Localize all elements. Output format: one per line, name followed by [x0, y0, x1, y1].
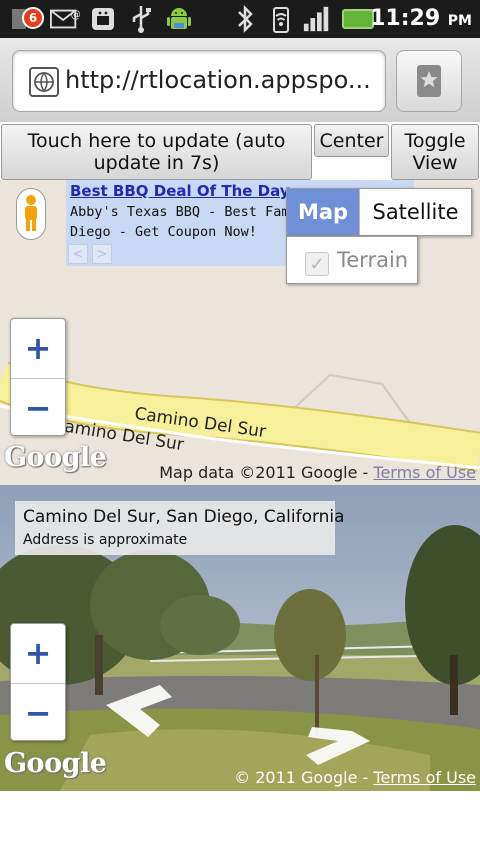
google-logo: Google	[4, 748, 107, 779]
terrain-label: Terrain	[337, 248, 409, 272]
map-type-map-button[interactable]: Map	[287, 189, 359, 235]
terrain-option[interactable]: ✓ Terrain	[286, 236, 418, 284]
map-copyright: Map data ©2011 Google - Terms of Use	[159, 463, 476, 482]
map-zoom-in-button[interactable]: +	[11, 319, 65, 377]
pegman-icon[interactable]	[16, 188, 46, 240]
ad-navigation: < >	[68, 244, 112, 264]
toggle-view-button[interactable]: Toggle View	[391, 124, 479, 180]
map-type-control: Map Satellite	[286, 188, 472, 236]
bluetooth-icon	[230, 4, 260, 34]
ad-title-link[interactable]: Best BBQ Deal Of The Day	[70, 182, 290, 200]
street-view-panorama[interactable]: Camino Del Sur, San Diego, California Ad…	[0, 485, 480, 791]
status-bar: 6 @ 11:29 PM	[0, 0, 480, 38]
android-debug-icon	[88, 4, 118, 34]
google-logo: Google	[4, 442, 107, 473]
center-button[interactable]: Center	[314, 124, 389, 157]
street-view-address: Camino Del Sur, San Diego, California	[23, 507, 345, 527]
map-zoom-control: + −	[10, 318, 66, 436]
url-text: http://rtlocation.appspo...	[65, 66, 371, 94]
url-field[interactable]: http://rtlocation.appspo...	[12, 50, 386, 112]
signal-icon	[302, 4, 332, 34]
street-view-address-box: Camino Del Sur, San Diego, California Ad…	[15, 501, 345, 555]
street-view-address-note: Address is approximate	[23, 532, 188, 548]
street-view-zoom-out-button[interactable]: −	[11, 683, 65, 741]
street-view-zoom-in-button[interactable]: +	[11, 624, 65, 682]
map-zoom-out-button[interactable]: −	[11, 378, 65, 436]
ad-next-button[interactable]: >	[92, 244, 112, 264]
wifi-icon	[266, 4, 296, 34]
page-button-row: Touch here to update (auto update in 7s)…	[0, 122, 480, 180]
browser-toolbar: http://rtlocation.appspo...	[0, 38, 480, 122]
street-view-zoom-control: + −	[10, 623, 66, 741]
star-icon	[417, 65, 441, 97]
globe-icon	[29, 67, 59, 97]
update-button[interactable]: Touch here to update (auto update in 7s)	[1, 124, 312, 180]
map-terms-link[interactable]: Terms of Use	[373, 463, 476, 482]
map-type-satellite-button[interactable]: Satellite	[359, 189, 471, 235]
page-blank-area	[0, 791, 480, 854]
usb-icon	[126, 4, 156, 34]
street-view-copyright: © 2011 Google - Terms of Use	[234, 768, 476, 787]
terrain-checkbox[interactable]: ✓	[305, 252, 329, 276]
ad-prev-button[interactable]: <	[68, 244, 88, 264]
street-view-terms-link[interactable]: Terms of Use	[373, 768, 476, 787]
android-icon	[162, 4, 196, 34]
bookmark-button[interactable]	[396, 50, 462, 112]
email-icon: @	[50, 4, 80, 34]
map-view[interactable]: Camino Del Sur Camino Del Sur Best BBQ D…	[0, 180, 480, 485]
clock: 11:29 PM	[370, 6, 472, 31]
notification-badge-icon: 6	[22, 7, 44, 29]
svg-text:@: @	[71, 9, 80, 21]
